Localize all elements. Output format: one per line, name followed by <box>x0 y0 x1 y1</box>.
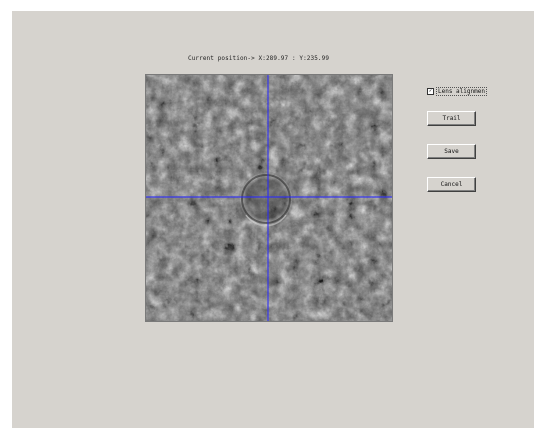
camera-view[interactable] <box>145 74 393 322</box>
lens-alignment-option[interactable]: ✓ Lens alignmen <box>427 85 487 97</box>
alignment-dialog: Current position-> X:289.97 : Y:235.99 ✓… <box>12 11 534 428</box>
save-button[interactable]: Save <box>427 144 476 159</box>
lens-alignment-label: Lens alignmen <box>436 86 487 96</box>
current-position-readout: Current position-> X:289.97 : Y:235.99 <box>188 55 330 62</box>
surface-indent <box>238 171 294 227</box>
checkmark-icon[interactable]: ✓ <box>427 87 434 95</box>
trail-button[interactable]: Trail <box>427 111 476 126</box>
camera-image <box>146 75 392 321</box>
cancel-button[interactable]: Cancel <box>427 177 476 192</box>
